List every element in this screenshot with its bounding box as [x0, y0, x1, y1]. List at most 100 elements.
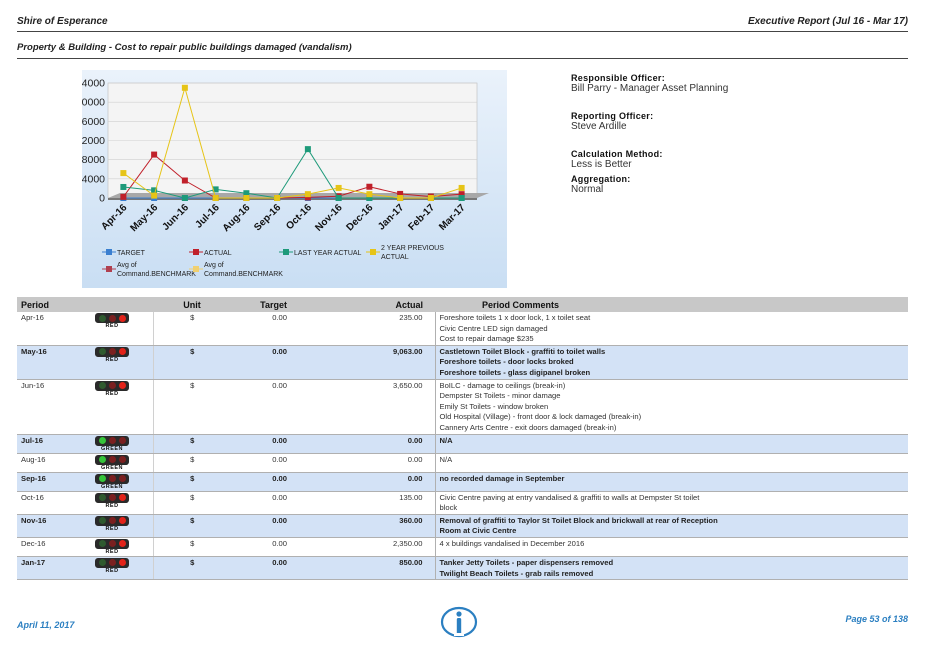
reporting-officer-label: Reporting Officer:	[571, 111, 654, 121]
comments-cell: no recorded damage in September	[434, 472, 908, 492]
data-point	[212, 195, 219, 201]
table-row: Dec-16 RED $0.00 2,350.00 4 x buildings vand…	[17, 537, 908, 557]
unit-cell: $	[153, 434, 231, 454]
period-cell: Apr-16 RED	[17, 312, 154, 346]
green-traffic-light-icon: GREEN	[95, 435, 129, 453]
legend-label: Command.BENCHMARK	[117, 271, 196, 278]
actual-cell: 850.00	[321, 556, 435, 581]
y-tick-label: 4000	[82, 173, 105, 185]
data-point	[427, 195, 434, 201]
x-tick-label: Nov-16	[313, 202, 345, 234]
data-point	[304, 146, 311, 153]
comment-line: Emily St Toilets - window broken	[439, 401, 549, 411]
data-point	[458, 195, 465, 201]
target-cell: 0.00	[231, 537, 321, 557]
data-point	[335, 184, 342, 191]
table-row: May-16 RED $0.00 9,063.00 Castletown Toilet …	[17, 345, 908, 380]
aggregation-label: Aggregation:	[571, 174, 631, 184]
col-header-comments: Period Comments	[435, 297, 908, 312]
status-label: RED	[105, 390, 119, 397]
responsible-officer-label: Responsible Officer:	[571, 73, 666, 83]
legend-label: Avg of	[204, 262, 224, 269]
actual-cell: 2,350.00	[321, 537, 435, 557]
unit-cell: $	[153, 514, 231, 538]
x-tick-label: Sep-16	[252, 202, 283, 233]
unit-cell: $	[153, 453, 231, 473]
legend-label: ACTUAL	[381, 254, 409, 261]
data-point	[243, 195, 250, 201]
status-label: RED	[105, 548, 119, 555]
target-cell: 0.00	[231, 453, 321, 473]
comments-cell: Tanker Jetty Toilets - paper dispensers …	[434, 556, 908, 581]
x-tick-label: Feb-17	[406, 202, 437, 233]
legend-swatch	[370, 249, 376, 255]
status-label: RED	[105, 356, 119, 363]
status-label: RED	[105, 502, 119, 509]
target-cell: 0.00	[231, 472, 321, 492]
comment-line: Old Hospital (Village) - front door & lo…	[439, 412, 642, 422]
actual-cell: 9,063.00	[321, 345, 435, 380]
data-point	[366, 183, 373, 190]
report-title: Executive Report (Jul 16 - Mar 17)	[747, 16, 908, 27]
data-point	[335, 195, 342, 201]
col-header-unit: Unit	[153, 297, 231, 312]
x-tick-label: May-16	[128, 202, 160, 234]
x-tick-label: Dec-16	[345, 202, 376, 233]
period-label: Oct-16	[21, 492, 44, 502]
calculation-method-value: Less is Better	[571, 159, 632, 170]
period-label: May-16	[21, 346, 47, 356]
legend-swatch	[193, 266, 199, 272]
legend-swatch	[106, 249, 112, 255]
legend-label: ACTUAL	[204, 250, 232, 257]
period-cell: Jul-16 GREEN	[17, 434, 154, 454]
red-traffic-light-icon: RED	[95, 492, 129, 510]
unit-cell: $	[153, 379, 231, 435]
status-label: RED	[105, 323, 119, 329]
target-cell: 0.00	[231, 434, 321, 454]
legend-swatch	[193, 249, 199, 255]
footer-date: April 11, 2017	[17, 620, 75, 630]
green-traffic-light-icon: GREEN	[95, 454, 129, 472]
actual-cell: 3,650.00	[321, 379, 435, 435]
comment-line: Tanker Jetty Toilets - paper dispensers …	[439, 557, 614, 567]
data-point	[458, 184, 465, 191]
comments-cell: Foreshore toilets 1 x door lock, 1 x toi…	[434, 312, 908, 346]
period-label: Aug-16	[21, 454, 46, 464]
y-tick-label: 20000	[82, 97, 105, 109]
comments-cell: Civic Centre paving at entry vandalised …	[434, 491, 908, 515]
comment-line: Dempster St Toilets - minor damage	[439, 391, 561, 401]
period-label: Jan-17	[21, 557, 46, 567]
period-label: Jun-16	[21, 380, 45, 390]
responsible-officer-value: Bill Parry - Manager Asset Planning	[571, 83, 729, 94]
page-subtitle: Property & Building - Cost to repair pub…	[17, 42, 352, 53]
comment-line: 4 x buildings vandalised in December 201…	[439, 538, 585, 548]
period-cell: Sep-16 GREEN	[17, 472, 154, 492]
comment-line: Twilight Beach Toilets - grab rails remo…	[439, 568, 594, 578]
target-cell: 0.00	[231, 491, 321, 515]
data-point	[181, 195, 188, 201]
period-table: Period Unit Target Actual Period Comment…	[17, 297, 908, 581]
red-traffic-light-icon: RED	[95, 515, 129, 533]
target-cell: 0.00	[231, 514, 321, 538]
table-body: Apr-16 RED $0.00 235.00 Foreshore toilets 1 …	[17, 312, 908, 581]
period-label: Nov-16	[21, 515, 47, 525]
data-point	[151, 151, 158, 158]
legend-label: Avg of	[117, 262, 137, 269]
data-point	[120, 183, 127, 190]
period-cell: Aug-16 GREEN	[17, 453, 154, 473]
col-header-actual: Actual	[321, 297, 435, 312]
status-label: GREEN	[100, 445, 124, 452]
data-point	[366, 191, 373, 198]
data-point	[397, 195, 404, 201]
x-tick-label: Oct-16	[284, 202, 314, 232]
y-tick-label: 0	[99, 193, 105, 205]
unit-cell: $	[153, 491, 231, 515]
comment-line: N/A	[439, 454, 453, 464]
data-point	[120, 193, 127, 200]
comment-line: Castletown Toilet Block - graffiti to to…	[439, 346, 606, 356]
comment-line: Cost to repair damage $235	[439, 334, 534, 344]
comment-line: Cannery Arts Centre - exit doors damaged…	[439, 422, 617, 432]
unit-cell: $	[153, 556, 231, 581]
comment-line: block	[439, 503, 458, 513]
footer-page-number: Page 53 of 138	[845, 614, 908, 624]
